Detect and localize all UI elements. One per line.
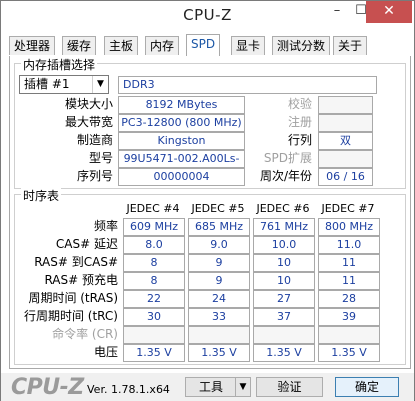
- tab-memory[interactable]: 内存: [145, 36, 180, 55]
- timing-value-field: 10: [253, 254, 315, 272]
- tab-spd[interactable]: SPD: [186, 34, 221, 56]
- timing-value-field: 9: [188, 272, 250, 290]
- slot-select-value: 插槽 #1: [24, 77, 70, 91]
- module-size-field: 8192 MBytes: [118, 96, 245, 114]
- registered-label: 注册: [287, 115, 312, 129]
- slot-select[interactable]: 插槽 #1 ▼: [19, 75, 109, 94]
- timing-row-label: RAS# 预充电: [44, 273, 118, 287]
- part-number-label: 型号: [88, 151, 113, 165]
- timing-column-header: JEDEC #6: [256, 202, 310, 215]
- timing-value-field: 30: [123, 308, 185, 326]
- timing-row-label: CAS# 延迟: [55, 237, 118, 251]
- cpuz-window: CPU-Z – ☐ ✕ 处理器 缓存 主板 内存 SPD 显卡 测试分数 关于 …: [0, 0, 415, 401]
- timing-value-field: 1.35 V: [253, 344, 315, 362]
- spd-panel: 内存插槽选择 插槽 #1 ▼ DDR3 模块大小 8192 MBytes 校验 …: [9, 56, 411, 369]
- timing-row-label: RAS# 到CAS#: [34, 255, 118, 269]
- timing-value-field: 11: [318, 254, 380, 272]
- timing-row-label: 频率: [93, 219, 118, 233]
- ok-button[interactable]: 确定: [335, 377, 399, 397]
- timing-row-label: 电压: [93, 345, 118, 359]
- spd-ext-label: SPD扩展: [263, 151, 312, 165]
- timing-value-field: 33: [188, 308, 250, 326]
- close-icon[interactable]: ✕: [366, 1, 412, 23]
- timing-value-field: 761 MHz: [253, 218, 315, 236]
- timing-value-field: 10: [253, 272, 315, 290]
- correction-label: 校验: [287, 97, 312, 111]
- max-bandwidth-field: PC3-12800 (800 MHz): [118, 114, 245, 132]
- timing-value-field: 28: [318, 290, 380, 308]
- part-number-field: 99U5471-002.A00Ls-: [118, 150, 245, 168]
- memory-slot-group: 内存插槽选择 插槽 #1 ▼ DDR3 模块大小 8192 MBytes 校验 …: [14, 56, 406, 189]
- timing-value-field: 24: [188, 290, 250, 308]
- timing-value-field: [318, 326, 380, 344]
- timing-value-field: 22: [123, 290, 185, 308]
- tab-about[interactable]: 关于: [333, 36, 368, 55]
- timing-value-field: 11.0: [318, 236, 380, 254]
- timing-value-field: [253, 326, 315, 344]
- week-year-field: 06 / 16: [318, 168, 373, 186]
- timing-value-field: 8.0: [123, 236, 185, 254]
- spd-ext-field: [318, 150, 373, 168]
- tab-bench[interactable]: 测试分数: [272, 36, 331, 55]
- timing-value-field: 10.0: [253, 236, 315, 254]
- max-bandwidth-label: 最大带宽: [64, 115, 113, 129]
- timing-value-field: 37: [253, 308, 315, 326]
- module-size-label: 模块大小: [64, 97, 113, 111]
- version-label: Ver. 1.78.1.x64: [87, 383, 170, 396]
- validate-button[interactable]: 验证: [256, 377, 323, 397]
- timing-value-field: [123, 326, 185, 344]
- timing-row-label: 周期时间 (tRAS): [28, 291, 118, 305]
- timing-value-field: 27: [253, 290, 315, 308]
- week-year-label: 周次/年份: [259, 169, 312, 183]
- manufacturer-label: 制造商: [76, 133, 113, 147]
- tab-cpu[interactable]: 处理器: [9, 36, 56, 55]
- timing-value-field: 1.35 V: [188, 344, 250, 362]
- timing-column-header: JEDEC #7: [321, 202, 375, 215]
- registered-field: [318, 114, 373, 132]
- tab-graphics[interactable]: 显卡: [231, 36, 266, 55]
- tab-bar: 处理器 缓存 主板 内存 SPD 显卡 测试分数 关于: [9, 34, 409, 57]
- module-type-field: DDR3: [118, 76, 377, 94]
- timing-value-field: 609 MHz: [123, 218, 185, 236]
- timing-value-field: 8: [123, 272, 185, 290]
- timing-column-header: JEDEC #5: [191, 202, 245, 215]
- cpuz-logo: CPU-Z: [11, 375, 84, 400]
- serial-number-field: 00000004: [118, 168, 245, 186]
- timing-column-header: JEDEC #4: [126, 202, 180, 215]
- timing-value-field: 800 MHz: [318, 218, 380, 236]
- timing-value-field: 1.35 V: [318, 344, 380, 362]
- timings-group-label: 时序表: [21, 187, 62, 204]
- timing-row-label: 行周期时间 (tRC): [23, 309, 118, 323]
- timing-value-field: 8: [123, 254, 185, 272]
- timing-value-field: 11: [318, 272, 380, 290]
- timing-value-field: 9.0: [188, 236, 250, 254]
- ranks-field: 双: [318, 132, 373, 150]
- timing-value-field: 685 MHz: [188, 218, 250, 236]
- title-bar[interactable]: CPU-Z – ☐ ✕: [1, 1, 414, 31]
- timing-value-field: 39: [318, 308, 380, 326]
- manufacturer-field: Kingston: [118, 132, 245, 150]
- timing-value-field: [188, 326, 250, 344]
- correction-field: [318, 96, 373, 114]
- bottom-bar: CPU-Z Ver. 1.78.1.x64 工具 ▼ 验证 确定: [1, 373, 414, 401]
- ranks-label: 行列: [287, 133, 312, 147]
- chevron-down-icon[interactable]: ▼: [235, 377, 251, 397]
- tools-button[interactable]: 工具: [185, 377, 237, 397]
- serial-number-label: 序列号: [76, 169, 113, 183]
- timing-value-field: 1.35 V: [123, 344, 185, 362]
- tab-caches[interactable]: 缓存: [62, 36, 97, 55]
- tab-mainboard[interactable]: 主板: [104, 36, 139, 55]
- timing-value-field: 9: [188, 254, 250, 272]
- chevron-down-icon[interactable]: ▼: [92, 76, 108, 93]
- memory-slot-group-label: 内存插槽选择: [21, 56, 98, 73]
- timing-row-label: 命令率 (CR): [52, 327, 118, 341]
